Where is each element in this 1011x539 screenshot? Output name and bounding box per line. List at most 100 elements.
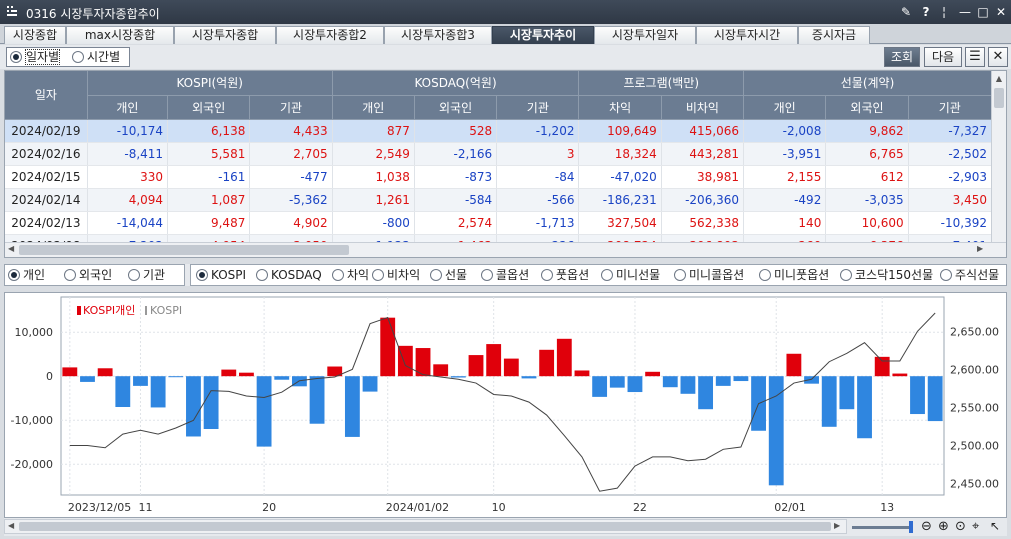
bar xyxy=(62,367,78,377)
radio-dot xyxy=(759,269,771,281)
tab-market-invest-trend[interactable]: 시장투자추이 xyxy=(492,26,594,44)
bar xyxy=(715,376,731,386)
zoom-out-icon[interactable]: ⊖ xyxy=(921,519,932,534)
bar xyxy=(97,368,113,377)
bar xyxy=(786,353,802,377)
scroll-thumb[interactable] xyxy=(19,522,831,531)
sub-header[interactable]: 외국인 xyxy=(167,95,251,120)
table-row[interactable]: 2024/02/13 -14,044 9,487 4,902 -800 2,574 -1,7… xyxy=(5,211,993,235)
chart-horizontal-scrollbar[interactable]: ◀ ▶ xyxy=(4,519,847,534)
value-cell: -800 xyxy=(332,211,415,235)
market-radio-2[interactable]: 차익 xyxy=(332,267,369,283)
collapse-icon[interactable]: ✕ xyxy=(988,47,1008,67)
value-cell: 3 xyxy=(496,142,580,166)
maximize-icon[interactable]: □ xyxy=(975,4,991,20)
date-cell: 2024/02/13 xyxy=(5,211,88,235)
tab-market-invest-time[interactable]: 시장투자시간 xyxy=(696,26,798,44)
crosshair-icon[interactable]: ⌖ xyxy=(972,519,979,534)
pin-icon[interactable]: ✎ xyxy=(898,4,914,20)
zoom-slider-thumb[interactable] xyxy=(909,521,913,533)
market-radio-3[interactable]: 비차익 xyxy=(372,267,420,283)
sub-header[interactable]: 외국인 xyxy=(414,95,498,120)
table-row[interactable]: 2024/02/16 -8,411 5,581 2,705 2,549 -2,166 3 18… xyxy=(5,142,993,166)
radio-dot xyxy=(332,269,344,281)
market-radio-10[interactable]: 코스닥150선물 xyxy=(840,267,933,283)
tab-market-invest-date[interactable]: 시장투자일자 xyxy=(594,26,696,44)
zoom-slider[interactable] xyxy=(852,526,912,529)
market-radio-8[interactable]: 미니콜옵션 xyxy=(674,267,744,283)
bar xyxy=(450,376,466,378)
table-row[interactable]: 2024/02/14 4,094 1,087 -5,362 1,261 -584 -566-… xyxy=(5,188,993,212)
bar xyxy=(362,376,378,392)
investor-radio-2[interactable]: 기관 xyxy=(128,267,165,283)
bar xyxy=(821,376,837,427)
tab-market-invest-summary[interactable]: 시장투자종합 xyxy=(174,26,276,44)
market-radio-7[interactable]: 미니선물 xyxy=(601,267,660,283)
minimize-icon[interactable]: — xyxy=(957,4,973,20)
value-cell: -2,166 xyxy=(414,142,498,166)
market-radio-11[interactable]: 주식선물 xyxy=(940,267,999,283)
zoom-in-icon[interactable]: ⊕ xyxy=(938,519,949,534)
market-radio-4-label: 선물 xyxy=(445,268,468,282)
sub-header[interactable]: 기관 xyxy=(908,95,993,120)
investor-radio-1[interactable]: 외국인 xyxy=(64,267,112,283)
sub-header[interactable]: 개인 xyxy=(743,95,827,120)
next-button[interactable]: 다음 xyxy=(924,47,962,67)
table-horizontal-scrollbar[interactable]: ◀ ▶ xyxy=(5,242,1006,257)
market-radio-9[interactable]: 미니풋옵션 xyxy=(759,267,829,283)
sub-header[interactable]: 차익 xyxy=(578,95,662,120)
radio-daily[interactable]: 일자별 xyxy=(10,49,61,65)
help-icon[interactable]: ? xyxy=(918,4,934,20)
sub-header[interactable]: 외국인 xyxy=(825,95,909,120)
radio-dot xyxy=(72,51,84,63)
table-vertical-scrollbar[interactable]: ▲ xyxy=(991,71,1006,243)
pointer-tool-icon[interactable]: ↖ xyxy=(990,519,1000,533)
zoom-fit-icon[interactable]: ⊙ xyxy=(955,519,966,534)
y-left-tick: 10,000 xyxy=(15,326,54,339)
tab-max-market-summary[interactable]: max시장종합 xyxy=(66,26,174,44)
bar xyxy=(609,376,625,388)
sub-header[interactable]: 기관 xyxy=(249,95,333,120)
value-cell: -5,362 xyxy=(249,188,333,212)
radio-hourly[interactable]: 시간별 xyxy=(72,49,120,65)
chart-canvas: 10,000 0 -10,000 -20,000 2,650.00 2,600.00 2,5… xyxy=(11,296,999,514)
market-radio-5[interactable]: 콜옵션 xyxy=(481,267,529,283)
sub-header[interactable]: 기관 xyxy=(496,95,580,120)
tab-market-invest-summary3[interactable]: 시장투자종합3 xyxy=(384,26,492,44)
query-button[interactable]: 조회 xyxy=(884,47,920,67)
market-radio-0[interactable]: KOSPI xyxy=(196,267,246,283)
scroll-left-icon[interactable]: ◀ xyxy=(8,244,14,253)
bar xyxy=(592,376,608,397)
y-right-tick: 2,500.00 xyxy=(950,440,999,453)
close-icon[interactable]: ✕ xyxy=(993,4,1009,20)
tab-market-summary[interactable]: 시장종합 xyxy=(4,26,66,44)
tab-bar: 시장종합 max시장종합 시장투자종합 시장투자종합2 시장투자종합3 시장투자… xyxy=(0,24,1011,44)
tab-market-invest-summary2[interactable]: 시장투자종합2 xyxy=(276,26,384,44)
radio-dot xyxy=(541,269,553,281)
scroll-thumb[interactable] xyxy=(19,245,349,255)
scroll-thumb[interactable] xyxy=(994,88,1004,108)
sub-header[interactable]: 개인 xyxy=(87,95,169,120)
legend-label: KOSPI개인 xyxy=(83,304,135,317)
list-icon[interactable]: ☰ xyxy=(965,47,985,67)
sub-header[interactable]: 비차익 xyxy=(661,95,745,120)
bar xyxy=(574,370,590,377)
scroll-up-icon[interactable]: ▲ xyxy=(992,71,1006,86)
date-header[interactable]: 일자 xyxy=(5,71,88,120)
sub-header[interactable]: 개인 xyxy=(332,95,415,120)
bar xyxy=(221,369,237,377)
market-radio-4[interactable]: 선물 xyxy=(430,267,467,283)
radio-dot xyxy=(601,269,613,281)
scroll-right-icon[interactable]: ▶ xyxy=(834,521,840,530)
investor-radio-0[interactable]: 개인 xyxy=(8,267,45,283)
market-radio-6[interactable]: 풋옵션 xyxy=(541,267,589,283)
scroll-right-icon[interactable]: ▶ xyxy=(977,244,983,253)
market-radio-1[interactable]: KOSDAQ xyxy=(256,267,322,283)
table-row[interactable]: 2024/02/15 330 -161 -477 1,038 -873 -84 -47,020… xyxy=(5,165,993,189)
legend-swatch xyxy=(145,306,147,315)
investor-chart[interactable]: 10,000 0 -10,000 -20,000 2,650.00 2,600.00 2,5… xyxy=(4,292,1007,518)
value-cell: 2,549 xyxy=(332,142,415,166)
tab-market-funds[interactable]: 증시자금 xyxy=(798,26,870,44)
scroll-left-icon[interactable]: ◀ xyxy=(8,521,14,530)
table-row[interactable]: 2024/02/19 -10,174 6,138 4,433 877 528 -1,202 1… xyxy=(5,119,993,143)
